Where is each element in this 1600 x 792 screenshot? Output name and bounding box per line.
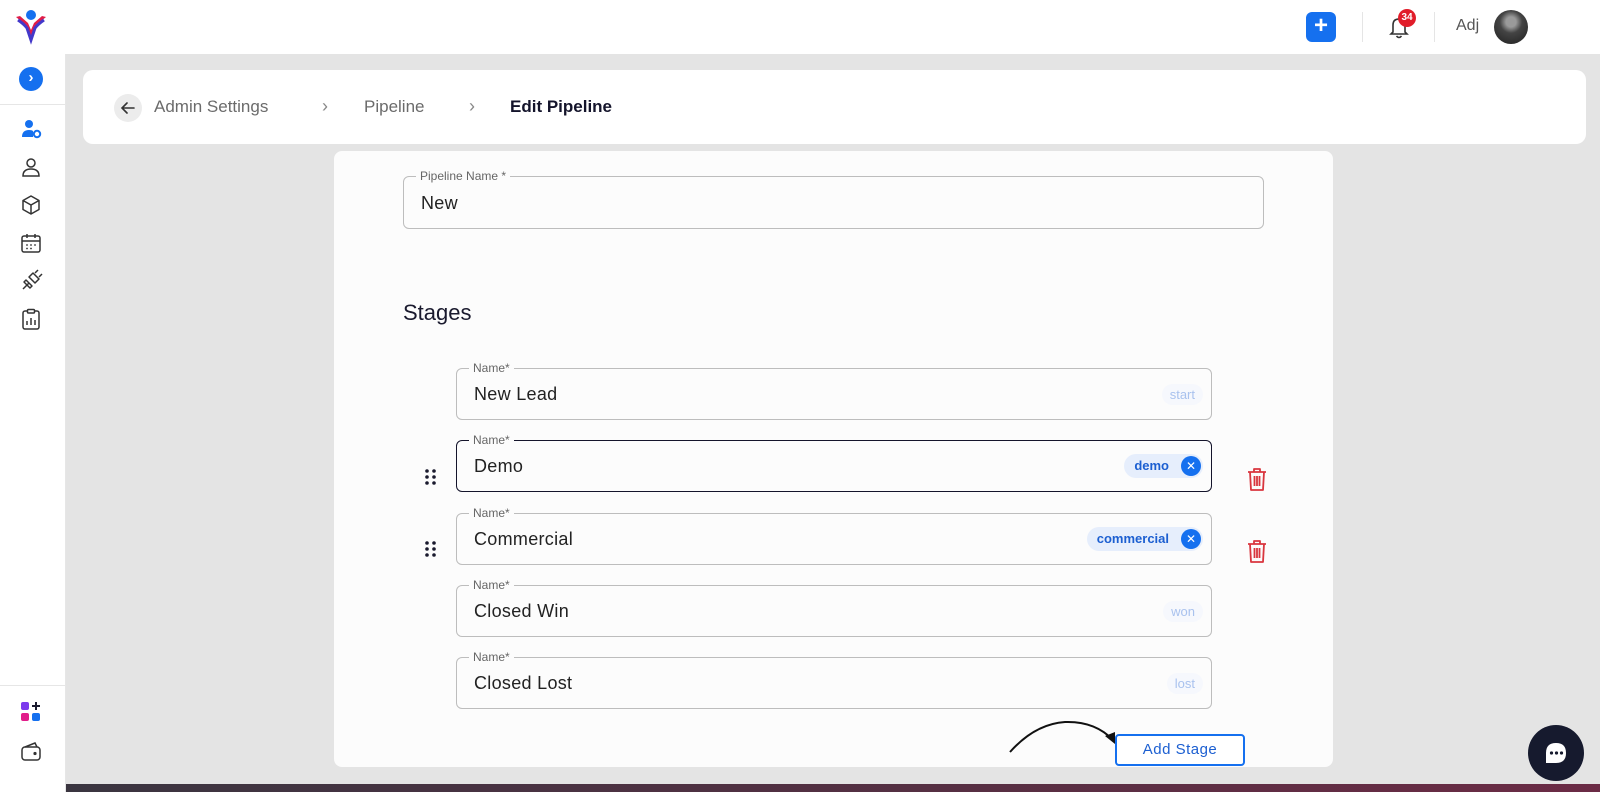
stage-tag: lost (1166, 673, 1203, 694)
stages-heading: Stages (403, 300, 472, 325)
stage-name-value: Closed Win (474, 601, 570, 621)
trash-icon[interactable] (1244, 465, 1270, 493)
stage-name-field[interactable]: Name* Closed Win won (456, 578, 1212, 637)
stage-tag-chip: demo ✕ (1124, 454, 1203, 478)
cube-icon[interactable] (19, 193, 43, 217)
stage-name-field[interactable]: Name* Closed Lost lost (456, 650, 1212, 709)
breadcrumb-admin-settings[interactable]: Admin Settings (154, 97, 268, 117)
stage-name-value: Closed Lost (474, 673, 573, 693)
stage-name-field[interactable]: Name* Commercial commercial ✕ (456, 506, 1212, 565)
wallet-icon[interactable] (19, 740, 43, 764)
stage-name-field[interactable]: Name* New Lead start (456, 361, 1212, 420)
close-icon[interactable]: ✕ (1181, 456, 1201, 476)
drag-handle-icon[interactable] (423, 467, 439, 487)
field-label: Name* (469, 578, 514, 592)
add-stage-button[interactable]: Add Stage (1115, 734, 1245, 766)
pipeline-name-value: New (421, 193, 458, 213)
toolbar-divider (1362, 12, 1363, 42)
chat-icon (1546, 743, 1566, 763)
stage-tag: won (1163, 601, 1203, 622)
user-name[interactable]: Adj (1456, 17, 1479, 35)
trash-icon[interactable] (1244, 537, 1270, 565)
stage-name-value: New Lead (474, 384, 558, 404)
user-settings-icon[interactable] (19, 117, 43, 141)
window-bottom-edge (66, 784, 1600, 792)
calendar-icon[interactable] (19, 231, 43, 255)
field-label: Name* (469, 506, 514, 520)
chat-button[interactable] (1528, 725, 1584, 781)
field-label: Name* (469, 361, 514, 375)
close-icon[interactable]: ✕ (1181, 529, 1201, 549)
back-button[interactable] (114, 94, 142, 122)
chevron-right-icon[interactable]: › (19, 67, 43, 91)
stage-tag-label: demo (1134, 458, 1169, 473)
apps-add-icon[interactable] (19, 700, 43, 724)
stage-name-value: Commercial (474, 529, 574, 549)
sidebar-divider (0, 104, 66, 105)
arrow-left-icon (120, 102, 135, 114)
chevron-right-icon: › (322, 96, 328, 116)
stage-tag-chip: commercial ✕ (1086, 527, 1203, 551)
breadcrumb-edit-pipeline: Edit Pipeline (510, 97, 613, 116)
chevron-right-icon: › (469, 96, 475, 116)
field-label: Name* (469, 433, 514, 447)
sidebar-divider (0, 685, 66, 686)
report-clipboard-icon[interactable] (19, 307, 43, 331)
user-icon[interactable] (19, 155, 43, 179)
drag-handle-icon[interactable] (423, 539, 439, 559)
app-logo[interactable] (12, 8, 50, 46)
avatar[interactable] (1494, 10, 1528, 44)
sidebar: › (0, 54, 66, 792)
field-label: Name* (469, 650, 514, 664)
breadcrumb: Admin Settings › Pipeline › Edit Pipelin… (83, 70, 1586, 144)
stage-name-field[interactable]: Name* Demo demo ✕ (456, 433, 1212, 492)
notification-badge: 34 (1398, 9, 1416, 27)
stage-name-value: Demo (474, 456, 524, 476)
top-bar: + 34 Adj (0, 0, 1600, 54)
integration-icon[interactable] (19, 269, 43, 293)
pipeline-name-field[interactable]: Pipeline Name * New (403, 169, 1264, 229)
field-label: Pipeline Name * (416, 169, 511, 183)
stage-tag-label: commercial (1096, 531, 1169, 546)
plus-icon[interactable]: + (1306, 12, 1336, 42)
breadcrumb-pipeline[interactable]: Pipeline (364, 97, 425, 117)
stage-tag: start (1161, 384, 1203, 405)
toolbar-divider (1434, 12, 1435, 42)
annotation-arrow (1009, 720, 1115, 753)
